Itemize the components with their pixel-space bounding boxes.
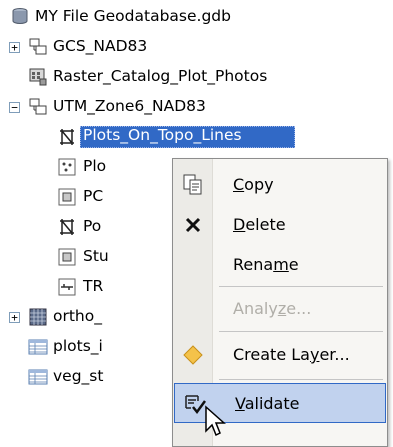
tree-item-label: Raster_Catalog_Plot_Photos bbox=[53, 67, 268, 85]
menu-item-label: Delete bbox=[233, 215, 286, 234]
menu-item-copy[interactable]: Copy bbox=[173, 165, 387, 205]
context-menu: Copy Delete Rename Analyze... Create Lay… bbox=[172, 158, 388, 447]
menu-separator bbox=[219, 331, 383, 332]
raster-dataset-icon bbox=[29, 308, 47, 326]
tree-item-label: veg_st bbox=[53, 367, 104, 385]
table-icon bbox=[28, 369, 48, 385]
table-icon bbox=[28, 339, 48, 355]
menu-item-label: Analyze... bbox=[233, 299, 312, 318]
menu-separator bbox=[219, 286, 383, 287]
tree-item-label: TR bbox=[83, 277, 104, 295]
menu-item-label: Copy bbox=[233, 175, 274, 194]
menu-item-delete[interactable]: Delete bbox=[173, 205, 387, 245]
collapse-icon[interactable]: − bbox=[9, 102, 20, 113]
tree-item-label: Plots_On_Topo_Lines bbox=[83, 126, 242, 144]
create-layer-icon bbox=[183, 345, 203, 365]
tree-root-label: MY File Geodatabase.gdb bbox=[35, 7, 231, 25]
selection-highlight: Plots_On_Topo_Lines bbox=[80, 126, 295, 148]
tree-item-label: UTM_Zone6_NAD83 bbox=[53, 97, 206, 115]
tree-item-label: ortho_ bbox=[53, 307, 102, 325]
database-icon bbox=[12, 8, 28, 24]
expand-icon[interactable]: + bbox=[9, 42, 20, 53]
polygon-feature-class-icon bbox=[58, 248, 76, 266]
menu-item-analyze[interactable]: Analyze... bbox=[173, 289, 387, 329]
point-feature-class-icon bbox=[58, 158, 76, 176]
menu-item-label: Rename bbox=[233, 255, 299, 274]
polygon-feature-class-icon bbox=[58, 188, 76, 206]
topology-icon bbox=[60, 129, 74, 145]
feature-dataset-icon bbox=[29, 38, 47, 55]
feature-dataset-icon bbox=[29, 98, 47, 115]
line-feature-class-icon bbox=[58, 278, 76, 296]
tree-item-label: plots_i bbox=[53, 337, 103, 355]
expand-icon[interactable]: + bbox=[9, 312, 20, 323]
mouse-cursor-icon bbox=[205, 405, 226, 437]
tree-item-label: Plo bbox=[83, 157, 107, 175]
menu-item-label: Validate bbox=[235, 394, 300, 413]
tree-item-label: GCS_NAD83 bbox=[53, 37, 148, 55]
menu-item-create-layer[interactable]: Create Layer... bbox=[173, 335, 387, 375]
menu-item-label: Create Layer... bbox=[233, 345, 350, 364]
raster-catalog-icon bbox=[29, 68, 47, 86]
delete-x-icon bbox=[185, 217, 201, 233]
menu-separator bbox=[219, 379, 383, 380]
copy-icon bbox=[183, 174, 202, 195]
menu-item-rename[interactable]: Rename bbox=[173, 245, 387, 285]
tree-item-label: PC bbox=[83, 187, 104, 205]
tree-item-label: Stu bbox=[83, 247, 109, 265]
tree-item-label: Po bbox=[83, 217, 102, 235]
topology-icon bbox=[60, 219, 74, 235]
